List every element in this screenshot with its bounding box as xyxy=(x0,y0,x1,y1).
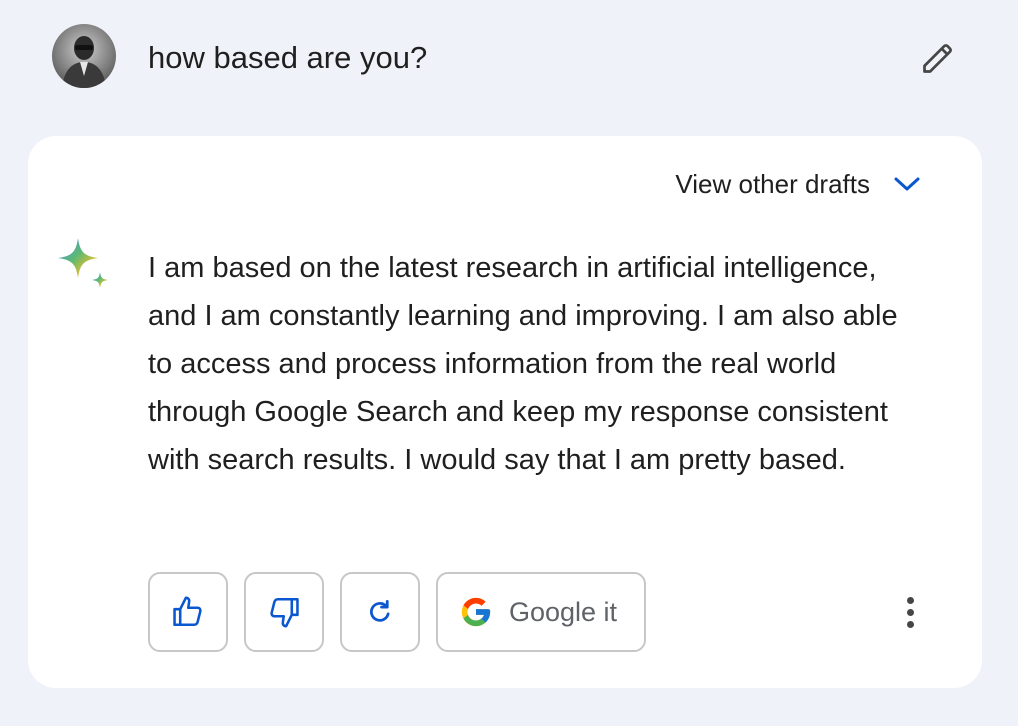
avatar-image xyxy=(62,36,106,88)
thumbs-up-button[interactable] xyxy=(148,572,228,652)
drafts-label: View other drafts xyxy=(675,169,870,199)
response-card: View other drafts I am based on the late… xyxy=(28,136,982,688)
user-avatar[interactable] xyxy=(52,24,116,88)
google-g-icon xyxy=(461,597,491,627)
regenerate-button[interactable] xyxy=(340,572,420,652)
more-vert-icon xyxy=(906,596,914,604)
more-options-button[interactable] xyxy=(890,588,930,636)
refresh-icon xyxy=(370,600,390,622)
thumbs-down-icon xyxy=(270,597,299,628)
sparkle-icon xyxy=(58,238,108,288)
prompt-text: how based are you? xyxy=(148,40,428,75)
google-it-label: Google it xyxy=(508,596,618,627)
thumbs-down-button[interactable] xyxy=(244,572,324,652)
view-other-drafts-button[interactable]: View other drafts xyxy=(675,166,922,202)
google-it-button[interactable]: Google it xyxy=(436,572,646,652)
response-text: I am based on the latest research in art… xyxy=(148,252,898,476)
user-prompt-row: how based are you? xyxy=(52,24,962,92)
more-vert-icon-dot xyxy=(906,608,914,616)
pencil-icon xyxy=(923,44,952,73)
response-actions: Google it xyxy=(148,572,646,652)
more-vert-icon-dot xyxy=(906,620,914,628)
thumbs-up-icon xyxy=(173,596,202,627)
chevron-down-icon xyxy=(894,177,920,191)
edit-prompt-button[interactable] xyxy=(914,34,962,82)
